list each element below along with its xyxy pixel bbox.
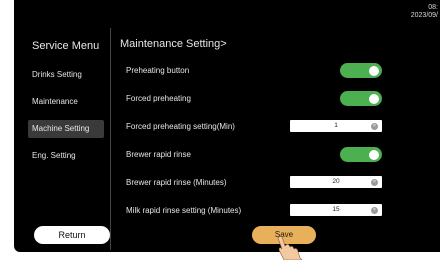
row-label-milk-rapid-rinse: Milk rapid rinse setting (Minutes) xyxy=(126,206,242,215)
sidebar-title: Service Menu xyxy=(32,40,100,52)
milk-rapid-rinse-minutes-field[interactable]: 15 × xyxy=(290,204,382,216)
forced-preheating-setting-field[interactable]: 1 × xyxy=(290,120,382,132)
clock: 08: 2023/09/ xyxy=(411,4,438,20)
toggle-knob xyxy=(369,149,379,160)
sidebar-item-eng-setting[interactable]: Eng. Setting xyxy=(32,147,108,165)
clock-time: 08: xyxy=(428,4,438,11)
sidebar xyxy=(14,28,108,252)
row-label-brewer-rapid-rinse: Brewer rapid rinse xyxy=(126,150,191,159)
row-label-forced-preheating-setting: Forced preheating setting(Min) xyxy=(126,122,235,131)
return-button[interactable]: Return xyxy=(34,226,110,244)
toggle-knob xyxy=(369,65,379,76)
field-value: 1 xyxy=(334,122,338,129)
screen: 08: 2023/09/ Service Menu Drinks Setting… xyxy=(10,0,440,252)
toggle-knob xyxy=(369,93,379,104)
field-value: 15 xyxy=(332,206,340,213)
divider xyxy=(110,28,111,250)
forced-preheating-toggle[interactable] xyxy=(340,91,382,106)
hand-pointer-icon xyxy=(277,236,303,260)
field-value: 20 xyxy=(332,178,340,185)
sidebar-item-machine-setting[interactable]: Machine Setting xyxy=(28,120,104,138)
sidebar-item-drinks-setting[interactable]: Drinks Setting xyxy=(32,66,108,84)
row-label-preheating-button: Preheating button xyxy=(126,66,190,75)
brewer-rapid-rinse-toggle[interactable] xyxy=(340,147,382,162)
sidebar-item-maintenance[interactable]: Maintenance xyxy=(32,93,108,111)
clear-circle-icon[interactable]: × xyxy=(371,178,378,186)
page-title: Maintenance Setting> xyxy=(120,38,227,50)
row-label-brewer-rapid-rinse-minutes: Brewer rapid rinse (Minutes) xyxy=(126,178,227,187)
brewer-rapid-rinse-minutes-field[interactable]: 20 × xyxy=(290,176,382,188)
clear-circle-icon[interactable]: × xyxy=(371,206,378,214)
clock-date: 2023/09/ xyxy=(410,12,438,19)
preheating-button-toggle[interactable] xyxy=(340,63,382,78)
active-item-marker xyxy=(10,126,14,132)
row-label-forced-preheating: Forced preheating xyxy=(126,94,191,103)
clear-circle-icon[interactable]: × xyxy=(371,122,378,130)
